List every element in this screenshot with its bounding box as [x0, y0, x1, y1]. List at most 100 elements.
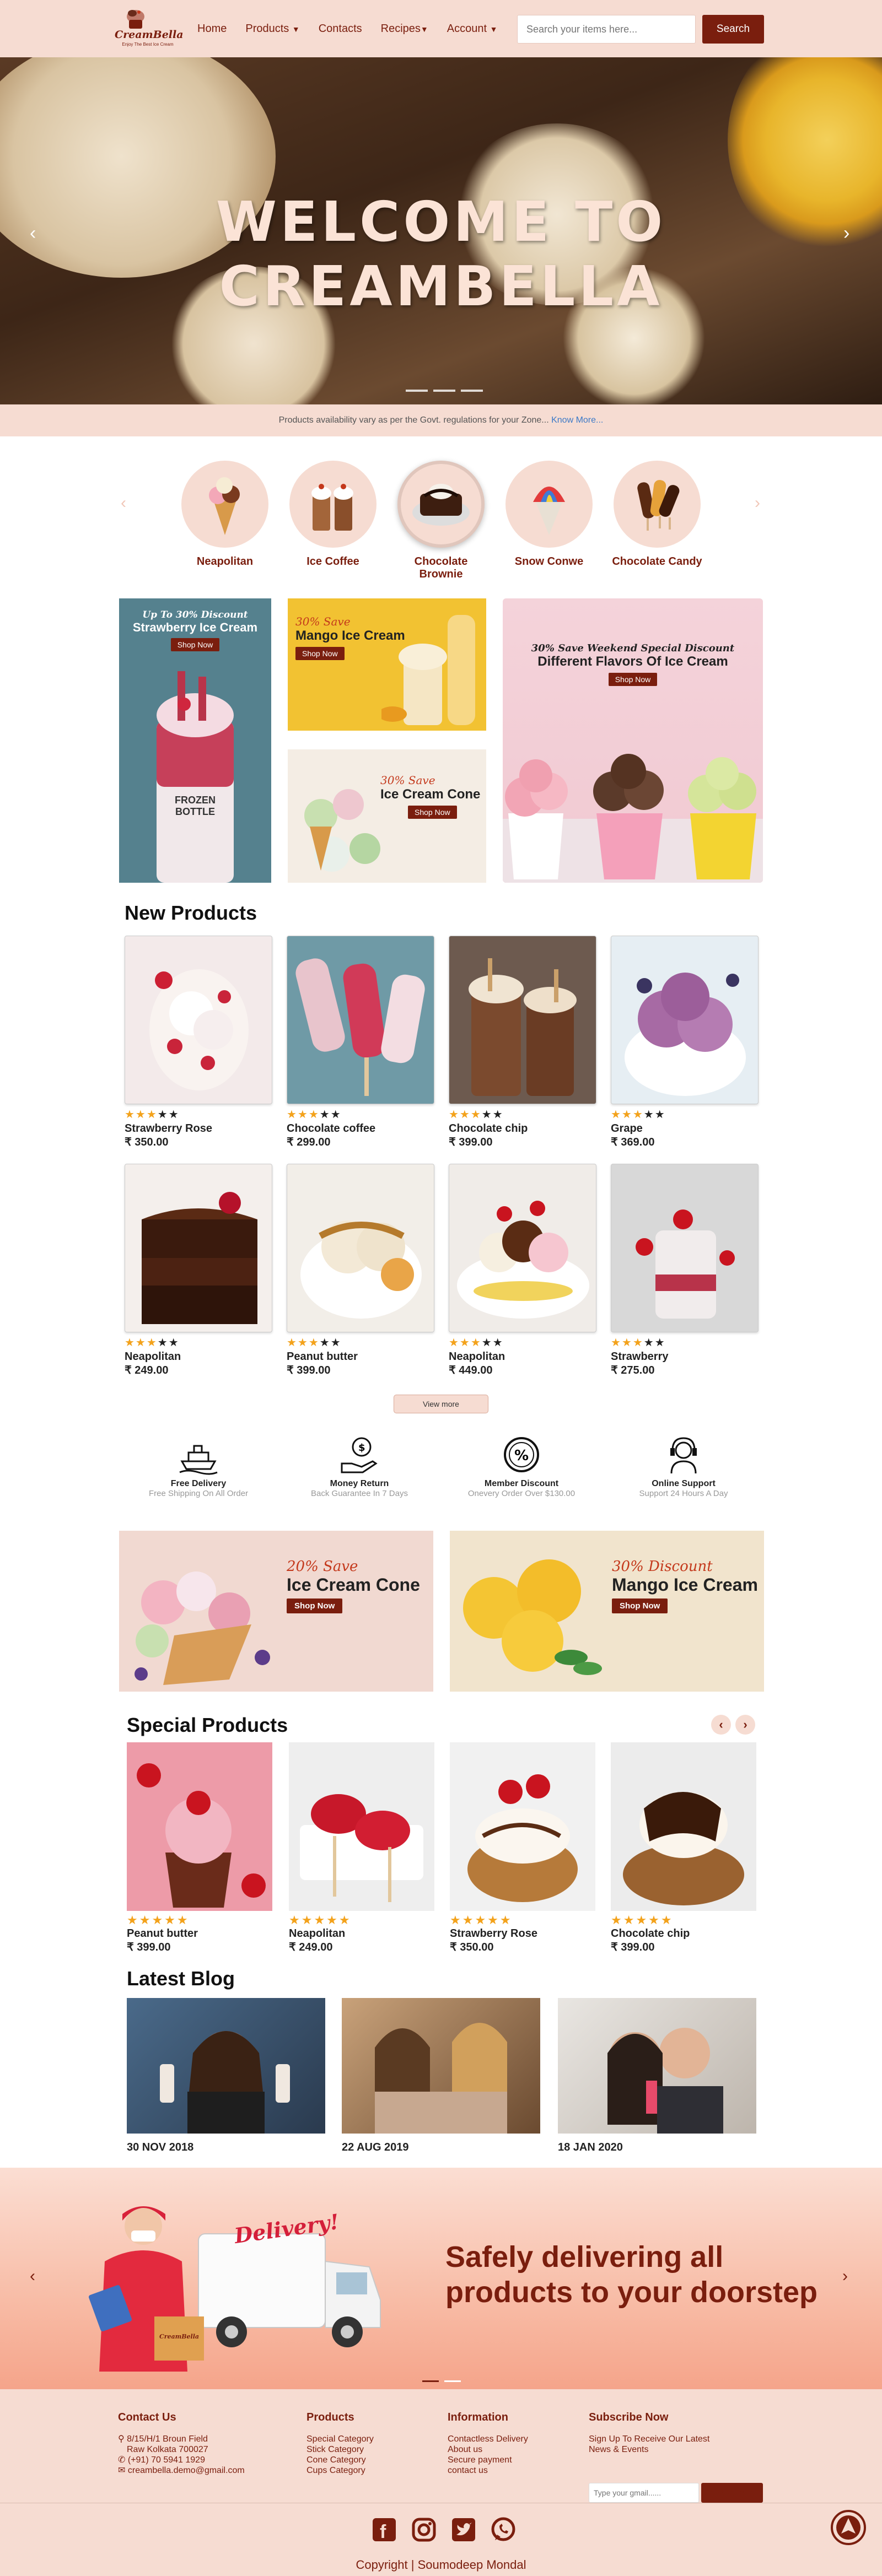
- search-input[interactable]: [517, 15, 696, 44]
- slide-dot[interactable]: [461, 390, 483, 392]
- promo-discount-text: 30% Save: [380, 774, 435, 787]
- footer-information: Information Contactless Delivery About u…: [448, 2411, 528, 2476]
- blog-image: [558, 1998, 756, 2134]
- delivery-illustration: [88, 2206, 381, 2372]
- shop-now-button[interactable]: Shop Now: [287, 1598, 343, 1613]
- rating-stars: ★★★★★: [611, 1913, 674, 1927]
- delivery-next-arrow[interactable]: ›: [842, 2267, 848, 2286]
- special-prev-button[interactable]: ‹: [711, 1715, 731, 1735]
- menu-products[interactable]: Products ▼: [245, 23, 299, 35]
- delivery-prev-arrow[interactable]: ‹: [30, 2267, 35, 2286]
- special-product-card[interactable]: ★★★★★ Strawberry Rose ₹ 350.00: [450, 1742, 595, 1954]
- promo-discount-text: Up To 30% Discount: [142, 609, 248, 620]
- instagram-icon[interactable]: [411, 2517, 437, 2542]
- product-card[interactable]: ★★★★★ Peanut butter ₹ 399.00: [287, 1164, 434, 1377]
- product-name: Chocolate chip: [449, 1122, 528, 1135]
- scroll-to-top-icon[interactable]: [830, 2509, 867, 2546]
- promo-title: Ice Cream Cone: [380, 787, 481, 802]
- candy-bar-icon: [614, 461, 701, 548]
- category-next-arrow[interactable]: ›: [747, 494, 767, 514]
- search-button[interactable]: Search: [702, 15, 764, 44]
- brand-tagline: Enjoy The Best Ice Cream: [122, 42, 174, 47]
- product-card[interactable]: ★★★★★ Chocolate chip ₹ 399.00: [449, 936, 596, 1149]
- menu-account[interactable]: Account ▼: [447, 23, 498, 35]
- category-item-chocolate-brownie[interactable]: Chocolate Brownie: [396, 461, 486, 581]
- know-more-link[interactable]: Know More...: [551, 415, 603, 425]
- footer-link[interactable]: contact us: [448, 2465, 528, 2476]
- brand-logo[interactable]: CreamBella Enjoy The Best Ice Cream: [115, 4, 184, 53]
- shop-now-button[interactable]: Shop Now: [170, 638, 220, 651]
- hero-prev-arrow[interactable]: ‹: [30, 223, 36, 244]
- slide-dot[interactable]: [433, 390, 455, 392]
- footer-link[interactable]: Contactless Delivery: [448, 2434, 528, 2444]
- category-item-ice-coffee[interactable]: Ice Coffee: [288, 461, 378, 568]
- footer-link[interactable]: About us: [448, 2444, 528, 2455]
- special-next-button[interactable]: ›: [735, 1715, 755, 1735]
- product-card[interactable]: ★★★★★ Strawberry ₹ 275.00: [611, 1164, 759, 1377]
- blog-date: 30 NOV 2018: [127, 2141, 194, 2153]
- category-label: Ice Coffee: [306, 555, 359, 568]
- promo-strawberry[interactable]: Up To 30% Discount Strawberry Ice Cream …: [119, 598, 271, 883]
- promo-mango[interactable]: 30% Save Mango Ice Cream Shop Now: [288, 598, 486, 731]
- product-card[interactable]: ★★★★★ Neapolitan ₹ 449.00: [449, 1164, 596, 1377]
- menu-products-label: Products: [245, 22, 289, 35]
- view-more-button[interactable]: View more: [394, 1395, 488, 1413]
- footer-link[interactable]: Cone Category: [306, 2455, 374, 2465]
- footer-link[interactable]: Special Category: [306, 2434, 374, 2444]
- banner-cone[interactable]: 20% Save Ice Cream Cone Shop Now: [119, 1531, 433, 1692]
- promo-title: Strawberry Ice Cream: [132, 620, 258, 634]
- blog-card[interactable]: 30 NOV 2018: [127, 1998, 325, 2154]
- menu-home[interactable]: Home: [197, 23, 227, 35]
- product-card[interactable]: ★★★★★ Strawberry Rose ₹ 350.00: [125, 936, 272, 1149]
- rating-stars: ★★★★★: [449, 1109, 504, 1121]
- chevron-down-icon: ▼: [292, 24, 300, 34]
- special-product-card[interactable]: ★★★★★ Chocolate chip ₹ 399.00: [611, 1742, 756, 1954]
- category-item-neapolitan[interactable]: Neapolitan: [180, 461, 270, 568]
- promo-cone[interactable]: 30% Save Ice Cream Cone Shop Now: [288, 749, 486, 883]
- banner-mango[interactable]: 30% Discount Mango Ice Cream Shop Now: [450, 1531, 764, 1692]
- special-product-card[interactable]: ★★★★★ Neapolitan ₹ 249.00: [289, 1742, 434, 1954]
- latest-blog-heading: Latest Blog: [127, 1967, 235, 1990]
- menu-recipes[interactable]: Recipes▼: [381, 23, 428, 35]
- notice-text: Products availability vary as per the Go…: [278, 415, 549, 425]
- category-item-snow-cone[interactable]: Snow Conwe: [504, 461, 594, 568]
- special-product-card[interactable]: ★★★★★ Peanut butter ₹ 399.00: [127, 1742, 272, 1954]
- delivery-banner: ‹ › Delivery! CreamBella Safely deliveri…: [0, 2168, 882, 2389]
- shop-now-button[interactable]: Shop Now: [295, 647, 345, 660]
- footer-email[interactable]: ✉ creambella.demo@gmail.com: [118, 2465, 245, 2476]
- svg-text:f: f: [380, 2521, 386, 2542]
- banner-title: Mango Ice Cream: [612, 1575, 758, 1595]
- subscribe-text: Sign Up To Receive Our Latest News & Eve…: [589, 2434, 710, 2454]
- menu-contacts[interactable]: Contacts: [319, 23, 362, 35]
- special-products-heading: Special Products: [127, 1714, 288, 1736]
- product-card[interactable]: ★★★★★ Chocolate coffee ₹ 299.00: [287, 936, 434, 1149]
- shop-now-button[interactable]: Shop Now: [612, 1598, 668, 1613]
- subscribe-email-input[interactable]: [589, 2483, 699, 2503]
- hero-next-arrow[interactable]: ›: [843, 223, 849, 244]
- feature-member-discount: % Member Discount Onevery Order Over $13…: [455, 1433, 588, 1498]
- whatsapp-icon[interactable]: [491, 2517, 516, 2542]
- category-prev-arrow[interactable]: ‹: [114, 494, 133, 514]
- slide-dot[interactable]: [444, 2380, 461, 2382]
- shop-now-button[interactable]: Shop Now: [608, 673, 658, 686]
- product-card[interactable]: ★★★★★ Neapolitan ₹ 249.00: [125, 1164, 272, 1377]
- footer-link[interactable]: Cups Category: [306, 2465, 374, 2476]
- product-card[interactable]: ★★★★★ Grape ₹ 369.00: [611, 936, 759, 1149]
- slide-dot[interactable]: [406, 390, 428, 392]
- phone-number: (+91) 70 5941 1929: [127, 2455, 205, 2465]
- slide-dot[interactable]: [422, 2380, 439, 2382]
- promo-flavors[interactable]: 30% Save Weekend Special Discount Differ…: [503, 598, 763, 883]
- facebook-icon[interactable]: f: [372, 2517, 397, 2542]
- feature-subtitle: Free Shipping On All Order: [148, 1489, 249, 1498]
- twitter-icon[interactable]: [451, 2517, 476, 2542]
- category-item-chocolate-candy[interactable]: Chocolate Candy: [612, 461, 702, 568]
- shop-now-button[interactable]: Shop Now: [408, 806, 457, 819]
- blog-card[interactable]: 22 AUG 2019: [342, 1998, 540, 2154]
- product-name: Peanut butter: [127, 1927, 198, 1940]
- feature-free-delivery: Free Delivery Free Shipping On All Order: [132, 1433, 265, 1498]
- footer-phone[interactable]: ✆ (+91) 70 5941 1929: [118, 2455, 245, 2465]
- footer-link[interactable]: Secure payment: [448, 2455, 528, 2465]
- subscribe-button[interactable]: Search: [701, 2483, 763, 2503]
- blog-card[interactable]: 18 JAN 2020: [558, 1998, 756, 2154]
- footer-link[interactable]: Stick Category: [306, 2444, 374, 2455]
